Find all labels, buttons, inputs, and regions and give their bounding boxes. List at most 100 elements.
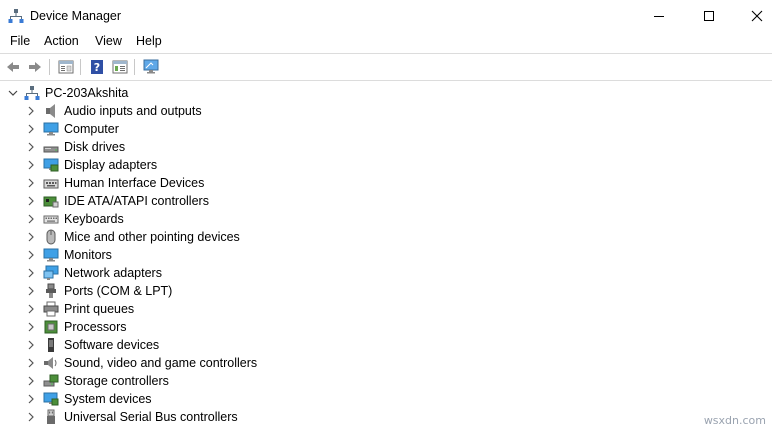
chevron-right-icon[interactable] xyxy=(26,178,36,188)
properties-button[interactable] xyxy=(57,58,75,76)
computer-tree-icon xyxy=(24,85,40,101)
computer-icon xyxy=(43,121,59,137)
help-icon: ? xyxy=(91,60,103,74)
chevron-right-icon[interactable] xyxy=(26,268,36,278)
svg-text:?: ? xyxy=(94,61,100,74)
window-title: Device Manager xyxy=(30,9,122,23)
view-pane-icon xyxy=(112,60,128,74)
tree-node-label: Mice and other pointing devices xyxy=(64,230,240,244)
root-label: PC-203Akshita xyxy=(45,86,129,100)
storage-controller-icon xyxy=(43,373,59,389)
usb-icon xyxy=(43,409,59,425)
minimize-icon xyxy=(654,15,664,17)
watermark-text: wsxdn.com xyxy=(703,414,766,427)
toolbar: ? xyxy=(0,54,772,80)
tree-node-label: Ports (COM & LPT) xyxy=(64,284,173,298)
tree-node-label: Display adapters xyxy=(64,158,158,172)
chevron-right-icon[interactable] xyxy=(26,286,36,296)
software-device-icon xyxy=(43,337,59,353)
forward-arrow-icon xyxy=(29,62,41,72)
tree-node[interactable]: System devices xyxy=(0,390,772,408)
tree-node-label: Human Interface Devices xyxy=(64,176,205,190)
tree-node[interactable]: Audio inputs and outputs xyxy=(0,102,772,120)
tree-node[interactable]: Computer xyxy=(0,120,772,138)
maximize-button[interactable] xyxy=(686,0,732,31)
chevron-right-icon[interactable] xyxy=(26,358,36,368)
chevron-right-icon[interactable] xyxy=(26,160,36,170)
mouse-icon xyxy=(43,229,59,245)
ide-controller-icon xyxy=(43,193,59,209)
tree-node[interactable]: Ports (COM & LPT) xyxy=(0,282,772,300)
tree-node[interactable]: Display adapters xyxy=(0,156,772,174)
close-button[interactable] xyxy=(734,0,772,31)
chevron-right-icon[interactable] xyxy=(26,376,36,386)
chevron-right-icon[interactable] xyxy=(26,232,36,242)
tree-node[interactable]: Processors xyxy=(0,318,772,336)
scan-hardware-button[interactable] xyxy=(142,58,160,76)
close-icon xyxy=(751,10,763,21)
chevron-right-icon[interactable] xyxy=(26,214,36,224)
tree-node[interactable]: Network adapters xyxy=(0,264,772,282)
tree-node[interactable]: Sound, video and game controllers xyxy=(0,354,772,372)
tree-node[interactable]: Human Interface Devices xyxy=(0,174,772,192)
device-manager-icon xyxy=(8,8,24,24)
keyboard-icon xyxy=(43,211,59,227)
minimize-button[interactable] xyxy=(636,0,682,31)
toolbar-separator xyxy=(134,59,135,75)
menu-view[interactable]: View xyxy=(93,34,124,49)
tree-node-label: Software devices xyxy=(64,338,160,352)
chevron-right-icon[interactable] xyxy=(26,250,36,260)
chevron-right-icon[interactable] xyxy=(26,394,36,404)
chevron-down-icon[interactable] xyxy=(8,88,18,98)
monitor-icon xyxy=(43,247,59,263)
tree-node[interactable]: IDE ATA/ATAPI controllers xyxy=(0,192,772,210)
tree-node[interactable]: Universal Serial Bus controllers xyxy=(0,408,772,426)
device-manager-window: Device Manager File Action View Help ? P… xyxy=(0,0,772,431)
chevron-right-icon[interactable] xyxy=(26,304,36,314)
toolbar-separator xyxy=(49,59,50,75)
chevron-right-icon[interactable] xyxy=(26,196,36,206)
forward-button[interactable] xyxy=(26,58,44,76)
maximize-icon xyxy=(704,10,714,21)
chevron-right-icon[interactable] xyxy=(26,340,36,350)
view-pane-button[interactable] xyxy=(111,58,129,76)
menu-help[interactable]: Help xyxy=(134,34,164,49)
tree-node[interactable]: Software devices xyxy=(0,336,772,354)
chevron-right-icon[interactable] xyxy=(26,322,36,332)
back-arrow-icon xyxy=(7,62,19,72)
back-button[interactable] xyxy=(4,58,22,76)
tree-node-label: Universal Serial Bus controllers xyxy=(64,410,238,424)
tree-node-label: Disk drives xyxy=(64,140,126,154)
properties-icon xyxy=(58,60,74,74)
tree-node[interactable]: Storage controllers xyxy=(0,372,772,390)
chevron-right-icon[interactable] xyxy=(26,412,36,422)
printer-icon xyxy=(43,301,59,317)
hid-icon xyxy=(43,175,59,191)
menu-file[interactable]: File xyxy=(8,34,32,49)
tree-node-label: Storage controllers xyxy=(64,374,169,388)
tree-node[interactable]: Keyboards xyxy=(0,210,772,228)
chevron-right-icon[interactable] xyxy=(26,106,36,116)
speaker-icon xyxy=(43,103,59,119)
tree-node[interactable]: Mice and other pointing devices xyxy=(0,228,772,246)
tree-node-label: Audio inputs and outputs xyxy=(64,104,202,118)
tree-node-label: Sound, video and game controllers xyxy=(64,356,258,370)
port-icon xyxy=(43,283,59,299)
chevron-right-icon[interactable] xyxy=(26,142,36,152)
device-tree: PC-203Akshita Audio inputs and outputs Co… xyxy=(0,82,772,431)
menu-action[interactable]: Action xyxy=(42,34,81,49)
display-adapter-icon xyxy=(43,157,59,173)
tree-root-node[interactable]: PC-203Akshita xyxy=(0,84,772,102)
tree-node-label: Monitors xyxy=(64,248,112,262)
tree-node-label: System devices xyxy=(64,392,152,406)
tree-node-label: Processors xyxy=(64,320,127,334)
chevron-right-icon[interactable] xyxy=(26,124,36,134)
toolbar-divider xyxy=(0,80,772,81)
tree-node[interactable]: Monitors xyxy=(0,246,772,264)
tree-node[interactable]: Disk drives xyxy=(0,138,772,156)
system-device-icon xyxy=(43,391,59,407)
monitor-scan-icon xyxy=(143,59,159,74)
tree-node[interactable]: Print queues xyxy=(0,300,772,318)
title-bar[interactable]: Device Manager xyxy=(0,0,772,31)
help-button[interactable]: ? xyxy=(88,58,106,76)
